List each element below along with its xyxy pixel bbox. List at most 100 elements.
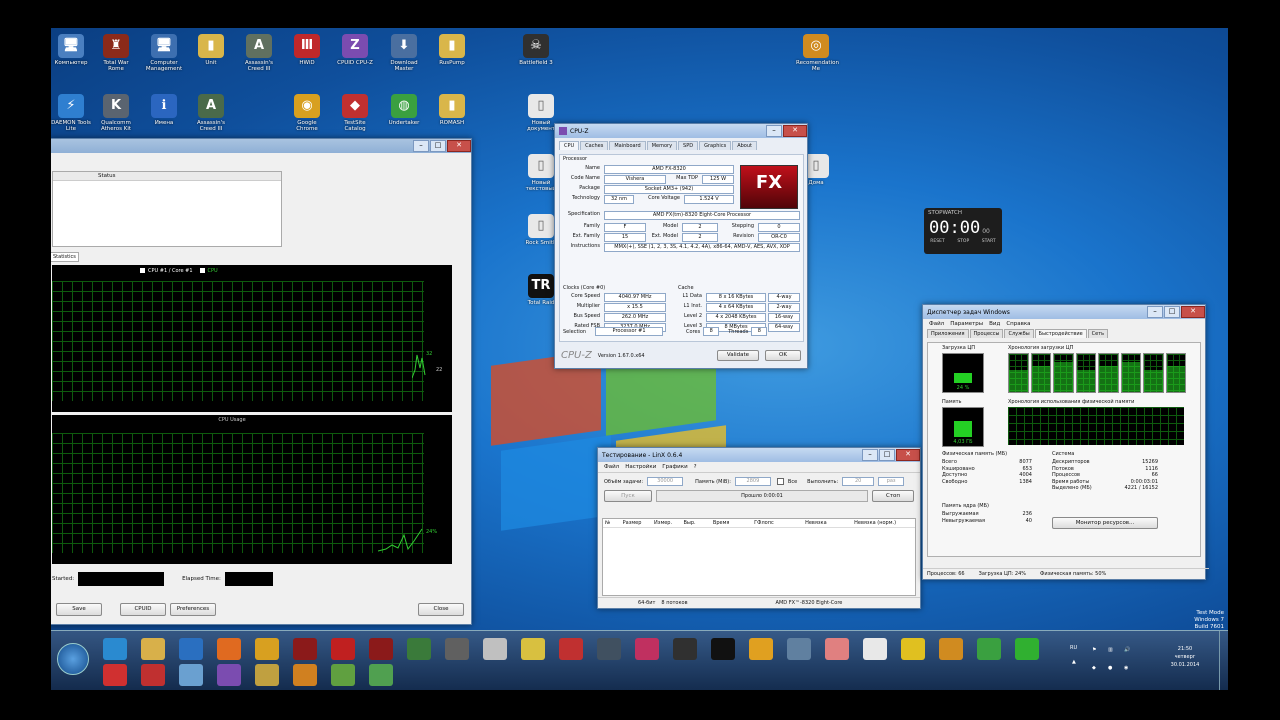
minimize-button[interactable]: – — [1147, 306, 1163, 318]
stopwatch-reset-button[interactable]: RESET — [930, 239, 944, 244]
desktop-icon[interactable]: ⚡ DAEMON Tools Lite — [51, 94, 91, 132]
taskbar-app-button[interactable] — [369, 664, 393, 686]
maximize-button[interactable]: □ — [430, 140, 446, 152]
close-icon[interactable]: ✕ — [447, 140, 471, 152]
title-bar[interactable]: CPU-Z – ✕ — [555, 124, 807, 138]
taskbar-app-button[interactable] — [179, 664, 203, 686]
taskbar-app-button[interactable] — [407, 638, 431, 660]
legend-cpu-checkbox[interactable] — [199, 268, 205, 273]
task-manager-tab[interactable]: Сеть — [1087, 329, 1109, 338]
menu-item[interactable]: Графики — [662, 464, 687, 470]
minimize-button[interactable]: – — [413, 140, 429, 152]
taskbar-app-button[interactable] — [217, 664, 241, 686]
close-button[interactable]: Close — [418, 603, 464, 616]
all-memory-checkbox[interactable] — [776, 478, 784, 485]
menu-item[interactable]: Файл — [929, 321, 944, 327]
menu-item[interactable]: Вид — [989, 321, 1000, 327]
stopwatch-gadget[interactable]: STOPWATCH 00:00 00 RESET STOP START — [924, 208, 1002, 254]
taskbar-app-button[interactable] — [293, 638, 317, 660]
column-header[interactable]: Невязка (норм.) — [854, 520, 913, 526]
taskbar-app-button[interactable] — [787, 638, 811, 660]
stopwatch-stop-button[interactable]: STOP — [957, 239, 969, 244]
taskbar-app-button[interactable] — [711, 638, 735, 660]
taskbar-app-button[interactable] — [103, 638, 127, 660]
task-manager-tab[interactable]: Процессы — [969, 329, 1004, 338]
maximize-button[interactable]: □ — [1164, 306, 1180, 318]
taskbar-app-button[interactable] — [901, 638, 925, 660]
title-bar[interactable]: Диспетчер задач Windows – □ ✕ — [923, 305, 1205, 319]
run-unit-select[interactable]: раз — [878, 477, 905, 486]
desktop-icon[interactable]: ☠ Battlefield 3 — [516, 34, 556, 66]
taskbar-app-button[interactable] — [255, 664, 279, 686]
clock[interactable]: 21:50 четверг 30.01.2014 — [1161, 645, 1209, 669]
menu-item[interactable]: Справка — [1006, 321, 1030, 327]
desktop-icon[interactable]: ◆ TestSite Catalog — [335, 94, 375, 132]
tray-volume-icon[interactable]: 🔊 — [1124, 647, 1130, 653]
desktop-icon[interactable]: ▮ RusPump — [432, 34, 472, 66]
task-manager-tab[interactable]: Службы — [1004, 329, 1034, 338]
title-bar[interactable]: Тестирование - LinX 0.6.4 – □ ✕ — [598, 448, 920, 462]
tab-cpu[interactable]: CPU — [559, 141, 580, 150]
ok-button[interactable]: OK — [765, 350, 801, 361]
taskbar-app-button[interactable] — [825, 638, 849, 660]
desktop-icon[interactable]: ◍ Undertaker — [384, 94, 424, 126]
taskbar-app-button[interactable] — [521, 638, 545, 660]
task-manager-tab[interactable]: Быстродействие — [1034, 329, 1087, 338]
minimize-button[interactable]: – — [862, 449, 878, 461]
stopwatch-start-button[interactable]: START — [982, 239, 996, 244]
size-input[interactable]: 30000 — [647, 477, 684, 486]
resource-monitor-button[interactable]: Монитор ресурсов... — [1052, 517, 1158, 529]
tab-spd[interactable]: SPD — [678, 141, 699, 150]
show-desktop-button[interactable] — [1219, 631, 1228, 690]
tray-app-icon-3[interactable]: ◉ — [1124, 665, 1128, 671]
tab-statistics[interactable]: Statistics — [51, 252, 79, 262]
taskbar-app-button[interactable] — [255, 638, 279, 660]
desktop-icon[interactable]: ◎ Recomendation Me — [796, 34, 839, 72]
legend-checkbox[interactable] — [140, 268, 145, 273]
tab-caches[interactable]: Caches — [580, 141, 609, 150]
tray-network-icon[interactable]: ▥ — [1108, 647, 1113, 653]
menu-item[interactable]: Настройки — [625, 464, 656, 470]
title-bar[interactable]: – □ ✕ — [51, 139, 471, 153]
taskbar-app-button[interactable] — [673, 638, 697, 660]
selection-dropdown[interactable]: Processor #1 — [595, 327, 664, 336]
start-button[interactable]: Пуск — [604, 490, 652, 502]
close-icon[interactable]: ✕ — [896, 449, 920, 461]
desktop-icon[interactable]: 🖥 Компьютер — [51, 34, 91, 66]
desktop-icon[interactable]: Z CPUID CPU-Z — [335, 34, 375, 66]
memory-input[interactable]: 2809 — [734, 477, 771, 486]
taskbar-app-button[interactable] — [483, 638, 507, 660]
desktop-icon[interactable]: K Qualcomm Atheros Kit — [96, 94, 136, 132]
start-button[interactable] — [57, 643, 89, 675]
column-header[interactable]: Время — [713, 520, 754, 526]
taskbar-app-button[interactable] — [141, 638, 165, 660]
stop-button[interactable]: Стоп — [872, 490, 914, 502]
taskbar-app-button[interactable] — [103, 664, 127, 686]
tray-app-icon[interactable]: ◆ — [1092, 665, 1096, 671]
tray-flag-icon[interactable]: ⚑ — [1092, 647, 1096, 653]
column-header[interactable]: № — [605, 520, 623, 526]
validate-button[interactable]: Validate — [717, 350, 759, 361]
tray-expand-icon[interactable]: ▲ — [1072, 659, 1076, 665]
tab-graphics[interactable]: Graphics — [699, 141, 732, 150]
taskbar-app-button[interactable] — [863, 638, 887, 660]
taskbar-app-button[interactable] — [445, 638, 469, 660]
minimize-button[interactable]: – — [766, 125, 782, 137]
desktop-icon[interactable]: ⬇ Download Master — [384, 34, 424, 72]
column-header[interactable]: Выр. — [683, 520, 712, 526]
maximize-button[interactable]: □ — [879, 449, 895, 461]
taskbar-app-button[interactable] — [559, 638, 583, 660]
desktop-icon[interactable]: ◉ Google Chrome — [287, 94, 327, 132]
menu-item[interactable]: Параметры — [950, 321, 983, 327]
taskbar-app-button[interactable] — [331, 638, 355, 660]
close-icon[interactable]: ✕ — [783, 125, 807, 137]
close-icon[interactable]: ✕ — [1181, 306, 1205, 318]
tab-mainboard[interactable]: Mainboard — [609, 141, 646, 150]
desktop-icon[interactable]: A Assassin's Creed III — [191, 94, 231, 132]
tab-about[interactable]: About — [732, 141, 757, 150]
task-manager-tab[interactable]: Приложения — [927, 329, 969, 338]
taskbar-app-button[interactable] — [1015, 638, 1039, 660]
taskbar-app-button[interactable] — [293, 664, 317, 686]
tab-memory[interactable]: Memory — [646, 141, 678, 150]
taskbar-app-button[interactable] — [179, 638, 203, 660]
